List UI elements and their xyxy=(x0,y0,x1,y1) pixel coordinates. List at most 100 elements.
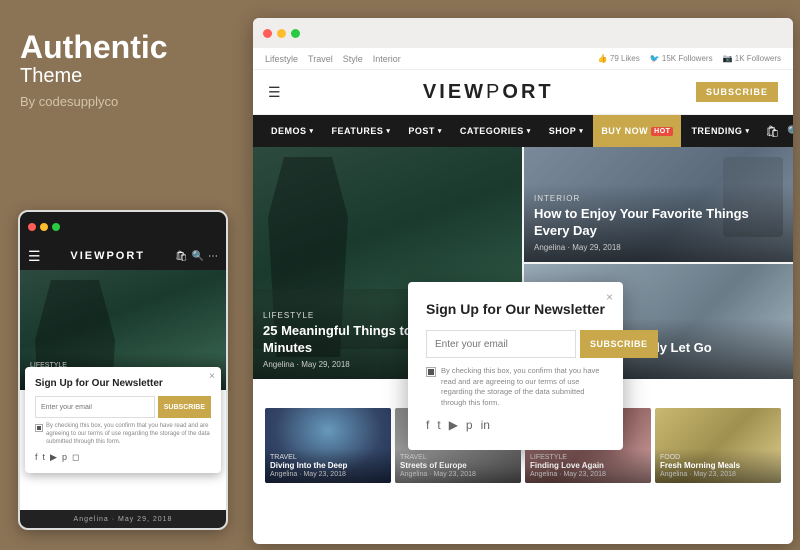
left-panel: Authentic Theme By codesupplyco ☰ VIEWPO… xyxy=(0,0,245,550)
trend-overlay-1: Travel Diving Into the Deep Angelina · M… xyxy=(265,449,391,483)
mobile-nl-close-button[interactable]: × xyxy=(209,371,215,382)
mobile-pinterest-icon[interactable]: p xyxy=(62,452,67,463)
nl-subscribe-button[interactable]: SUBSCRIBE xyxy=(580,330,658,358)
twitter-count: 🐦 15K Followers xyxy=(650,54,713,63)
shop-chevron-icon: ▾ xyxy=(579,127,583,135)
mobile-nl-input-row: SUBSCRIBE xyxy=(35,396,211,418)
mobile-newsletter-popup: × Sign Up for Our Newsletter SUBSCRIBE B… xyxy=(25,367,221,473)
nl-email-input[interactable] xyxy=(426,330,576,358)
mobile-more-icon[interactable]: ⋯ xyxy=(208,251,218,262)
trend-overlay-2: Travel Streets of Europe Angelina · May … xyxy=(395,449,521,483)
mobile-instagram-icon[interactable]: ◻ xyxy=(72,452,79,463)
trend-tag-4: Food xyxy=(660,454,776,461)
brand-title: Authentic xyxy=(20,30,225,65)
trend-overlay-4: Food Fresh Morning Meals Angelina · May … xyxy=(655,449,781,483)
nl-input-row: SUBSCRIBE xyxy=(426,330,605,358)
hero-tag-2: Interior xyxy=(534,194,783,203)
mobile-nav: ☰ VIEWPORT 🛍 🔍 ⋯ xyxy=(20,242,226,270)
mobile-bottom-bar: Angelina · May 29, 2018 xyxy=(20,510,226,528)
mobile-youtube-icon[interactable]: ▶ xyxy=(50,452,57,463)
nl-close-button[interactable]: × xyxy=(606,290,613,304)
hero-meta-2: Angelina · May 29, 2018 xyxy=(534,243,783,252)
mobile-nl-checkbox-row: By checking this box, you confirm that y… xyxy=(35,423,211,446)
mobile-hamburger-icon[interactable]: ☰ xyxy=(28,248,41,265)
site-content: Lifestyle 25 Meaningful Things to Do in … xyxy=(253,147,793,491)
hero-title-2: How to Enjoy Your Favorite Things Every … xyxy=(534,206,783,240)
header-subscribe-button[interactable]: SUBSCRIBE xyxy=(696,82,778,102)
mobile-search-icon[interactable]: 🔍 xyxy=(192,251,204,262)
trend-title-1: Diving Into the Deep xyxy=(270,461,386,471)
browser-topbar xyxy=(253,18,793,48)
trend-overlay-3: Lifestyle Finding Love Again Angelina · … xyxy=(525,449,651,483)
trend-tag-3: Lifestyle xyxy=(530,454,646,461)
trending-chevron-icon: ▾ xyxy=(745,127,749,135)
mobile-bag-icon[interactable]: 🛍 xyxy=(175,251,188,262)
nl-twitter-icon[interactable]: t xyxy=(437,418,440,432)
browser-dot-yellow xyxy=(277,29,286,38)
trending-card-4[interactable]: Food Fresh Morning Meals Angelina · May … xyxy=(655,408,781,483)
nav-item-shop[interactable]: SHOP ▾ xyxy=(541,115,592,147)
nav-item-demos[interactable]: DEMOS ▾ xyxy=(263,115,322,147)
mobile-nl-subscribe-button[interactable]: SUBSCRIBE xyxy=(158,396,211,418)
nl-instagram-icon[interactable]: in xyxy=(481,418,490,432)
mobile-dot-green xyxy=(52,223,60,231)
demos-chevron-icon: ▾ xyxy=(310,127,314,135)
nl-youtube-icon[interactable]: ▶ xyxy=(449,418,458,432)
toplink-travel[interactable]: Travel xyxy=(308,54,333,64)
trend-meta-2: Angelina · May 23, 2018 xyxy=(400,471,516,478)
nav-item-trending[interactable]: TRENDING ▾ xyxy=(683,115,757,147)
nl-checkbox-row: By checking this box, you confirm that y… xyxy=(426,366,605,408)
toplink-lifestyle[interactable]: Lifestyle xyxy=(265,54,298,64)
site-logo: VIEWPORT xyxy=(281,81,696,104)
nav-right: TRENDING ▾ 🛍 🔍 ↗ xyxy=(683,115,793,147)
trend-tag-1: Travel xyxy=(270,454,386,461)
browser-dot-red xyxy=(263,29,272,38)
mobile-twitter-icon[interactable]: t xyxy=(43,452,46,463)
mobile-nl-socials: f t ▶ p ◻ xyxy=(35,452,211,463)
mobile-facebook-icon[interactable]: f xyxy=(35,452,38,463)
mobile-nl-title: Sign Up for Our Newsletter xyxy=(35,377,175,390)
instagram-count: 📷 1K Followers xyxy=(723,54,781,63)
hero-overlay-2: Interior How to Enjoy Your Favorite Thin… xyxy=(524,184,793,262)
brand-subtitle: Theme xyxy=(20,65,225,88)
toplink-interior[interactable]: Interior xyxy=(373,54,401,64)
nl-facebook-icon[interactable]: f xyxy=(426,418,429,432)
nav-item-categories[interactable]: CATEGORIES ▾ xyxy=(452,115,539,147)
trend-title-4: Fresh Morning Meals xyxy=(660,461,776,471)
nav-bag-icon[interactable]: 🛍 xyxy=(765,125,779,138)
trend-title-2: Streets of Europe xyxy=(400,461,516,471)
site-toplinks-left: Lifestyle Travel Style Interior xyxy=(265,54,401,64)
mobile-logo: VIEWPORT xyxy=(47,250,169,262)
nl-pinterest-icon[interactable]: p xyxy=(466,418,473,432)
mobile-dot-yellow xyxy=(40,223,48,231)
site-hamburger-icon[interactable]: ☰ xyxy=(268,84,281,101)
nl-legal-text: By checking this box, you confirm that y… xyxy=(441,366,605,408)
mobile-mockup: ☰ VIEWPORT 🛍 🔍 ⋯ Lifestyle 25 Meaningful… xyxy=(18,210,228,530)
nav-item-post[interactable]: POST ▾ xyxy=(400,115,450,147)
site-toplinks-right: 👍 79 Likes 🐦 15K Followers 📷 1K Follower… xyxy=(598,54,781,63)
mobile-nl-email-input[interactable] xyxy=(35,396,155,418)
brand-by: By codesupplyco xyxy=(20,94,225,109)
site-nav: DEMOS ▾ FEATURES ▾ POST ▾ CATEGORIES ▾ S… xyxy=(253,115,793,147)
features-chevron-icon: ▾ xyxy=(386,127,390,135)
mobile-top-bar xyxy=(20,212,226,242)
browser-window: Lifestyle Travel Style Interior 👍 79 Lik… xyxy=(253,18,793,544)
toplink-style[interactable]: Style xyxy=(343,54,363,64)
nav-item-buy-now[interactable]: BUY NOW HOT xyxy=(593,115,681,147)
facebook-count: 👍 79 Likes xyxy=(598,54,640,63)
hot-badge: HOT xyxy=(651,127,673,136)
trending-card-1[interactable]: Travel Diving Into the Deep Angelina · M… xyxy=(265,408,391,483)
post-chevron-icon: ▾ xyxy=(438,127,442,135)
nav-search-icon[interactable]: 🔍 xyxy=(787,125,793,138)
mobile-nl-checkbox[interactable] xyxy=(35,424,43,432)
trend-meta-3: Angelina · May 23, 2018 xyxy=(530,471,646,478)
mobile-icons: 🛍 🔍 ⋯ xyxy=(175,251,218,262)
nl-title: Sign Up for Our Newsletter xyxy=(426,300,605,318)
nav-item-features[interactable]: FEATURES ▾ xyxy=(324,115,399,147)
browser-dot-green xyxy=(291,29,300,38)
trend-meta-4: Angelina · May 23, 2018 xyxy=(660,471,776,478)
hero-cell-2[interactable]: Interior How to Enjoy Your Favorite Thin… xyxy=(524,147,793,262)
trend-meta-1: Angelina · May 23, 2018 xyxy=(270,471,386,478)
site-toplinks: Lifestyle Travel Style Interior 👍 79 Lik… xyxy=(253,48,793,70)
nl-checkbox[interactable] xyxy=(426,367,436,377)
